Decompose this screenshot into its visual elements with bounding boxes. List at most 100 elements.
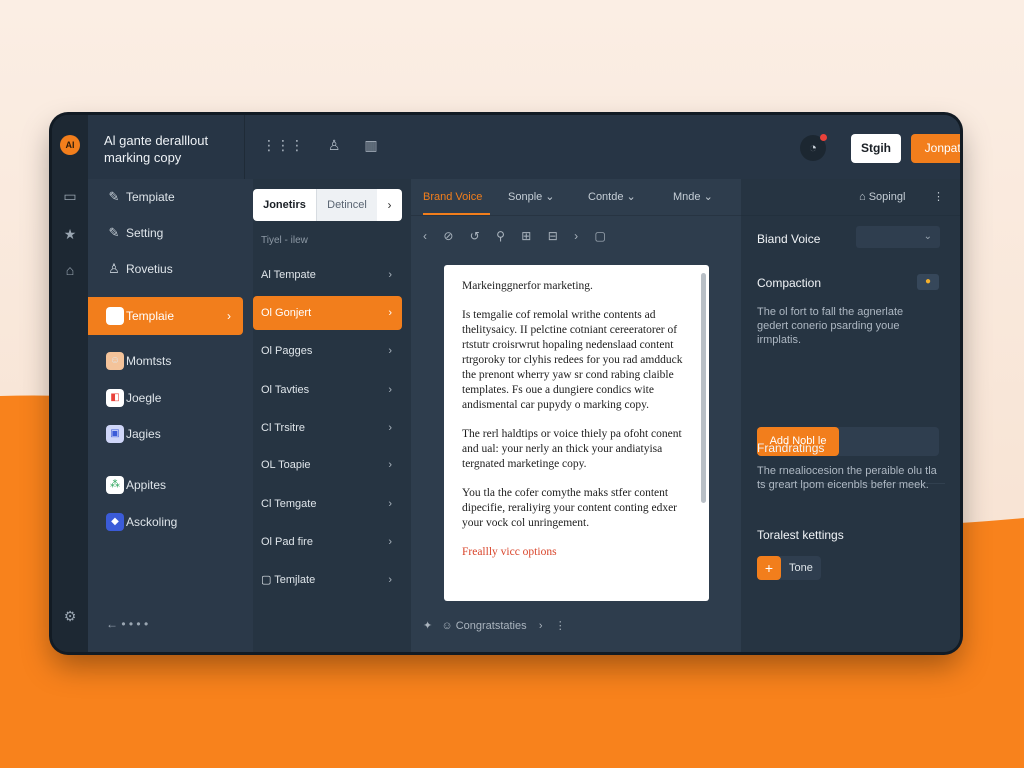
doc-paragraph: Markeinggnerfor marketing. bbox=[462, 280, 593, 292]
crop-icon[interactable]: ▢ bbox=[594, 229, 605, 243]
chevron-right-icon[interactable]: › bbox=[574, 229, 578, 243]
sidebar-item-label: Jagies bbox=[126, 427, 161, 441]
chevron-right-icon[interactable]: › bbox=[539, 620, 543, 632]
list-item[interactable]: Al Tempate › bbox=[253, 258, 402, 292]
format-icon[interactable]: ⊟ bbox=[548, 229, 558, 243]
sidebar-item-label: Tempiate bbox=[126, 190, 175, 204]
back-pagination[interactable]: ← • • • • bbox=[106, 617, 148, 631]
brand-voice-label: Biand Voice bbox=[757, 232, 821, 246]
chevron-right-icon: › bbox=[388, 345, 392, 357]
undo-icon[interactable]: ↺ bbox=[470, 229, 480, 243]
segment-detincel[interactable]: Detincel bbox=[317, 189, 377, 221]
smile-icon[interactable]: ☺ bbox=[441, 620, 452, 632]
sidebar-item-label: Setting bbox=[126, 226, 164, 240]
user-icon: ♙ bbox=[108, 261, 120, 276]
user-icon[interactable]: ♙ bbox=[328, 137, 341, 153]
sidebar-item-label: Momtsts bbox=[126, 354, 172, 368]
twitter-icon[interactable]: ✦ bbox=[423, 620, 432, 632]
sidebar-item-asckoling[interactable]: ◆ Asckoling bbox=[88, 504, 243, 540]
table-icon[interactable]: ⊞ bbox=[521, 229, 531, 243]
sidebar-nav: ✎ Tempiate ✎ Setting ♙ Rovetius ▦ Templaie › … bbox=[88, 179, 253, 652]
list-item[interactable]: Ol Tavties › bbox=[253, 373, 402, 407]
list-item[interactable]: ▢ Temjlate › bbox=[253, 563, 402, 597]
app-window: AI ▭ ★ ⌂ ⚙ Al gante deralllout marking c… bbox=[52, 115, 960, 652]
chevron-right-icon[interactable]: › bbox=[377, 189, 402, 221]
sidebar-item-appites[interactable]: ⁂ Appites bbox=[88, 467, 243, 503]
sidebar-item-label: Templaie bbox=[126, 309, 175, 323]
app-title: Al gante deralllout marking copy bbox=[104, 133, 209, 165]
icon-rail: AI ▭ ★ ⌂ ⚙ bbox=[52, 115, 88, 652]
info-badge-icon[interactable]: ● bbox=[917, 274, 939, 290]
sidebar-item-momtsts[interactable]: ☺ Momtsts bbox=[88, 343, 243, 379]
template-list-panel: Jonetirs Detincel › Tiyel - ilew Al Temp… bbox=[253, 179, 411, 652]
shop-icon: ⌂ bbox=[859, 191, 869, 203]
edit-icon: ✎ bbox=[108, 189, 120, 204]
sidebar-item-label: Joegle bbox=[126, 391, 162, 405]
document-body: Markeinggnerfor marketing. Is temgalie c… bbox=[462, 279, 690, 574]
notification-bell-icon[interactable]: ◔ bbox=[800, 134, 827, 161]
scrollbar[interactable] bbox=[701, 273, 706, 503]
tab-contde[interactable]: Contde ⌄ bbox=[588, 179, 636, 215]
app-icon: ◧ bbox=[106, 389, 124, 407]
list-item[interactable]: Ol Gonjert › bbox=[253, 296, 402, 330]
grid-icon[interactable]: ⋮⋮⋮ bbox=[262, 137, 304, 153]
notification-dot bbox=[820, 134, 827, 141]
segmented-control: Jonetirs Detincel › bbox=[253, 189, 402, 221]
list-item-label: Al Tempate bbox=[261, 269, 316, 281]
sidebar-item-jagies[interactable]: ▣ Jagies bbox=[88, 416, 243, 452]
more-icon[interactable]: ⋮ bbox=[933, 179, 944, 215]
list-item[interactable]: Ol Pad fire › bbox=[253, 525, 402, 559]
sidebar-item-rovetius[interactable]: ♙ Rovetius bbox=[88, 251, 243, 287]
chevron-left-icon[interactable]: ‹ bbox=[423, 229, 427, 243]
tab-brand-voice[interactable]: Brand Voice bbox=[423, 179, 482, 215]
settings-tab[interactable]: ⌂ Sopingl bbox=[859, 179, 905, 215]
doc-link[interactable]: Freallly vicc options bbox=[462, 545, 690, 560]
briefcase-icon[interactable]: ▭ bbox=[61, 187, 79, 205]
segment-jonetirs[interactable]: Jonetirs bbox=[253, 189, 317, 221]
sidebar-item-templaie[interactable]: ▦ Templaie › bbox=[88, 297, 243, 335]
list-item-label: Ol Pad fire bbox=[261, 536, 313, 548]
link-icon[interactable]: ⊘ bbox=[443, 229, 453, 243]
list-item-label: ▢ Temjlate bbox=[261, 563, 315, 597]
list-item[interactable]: Ol Pagges › bbox=[253, 334, 402, 368]
top-bar: Al gante deralllout marking copy ⋮⋮⋮ ♙ ▥… bbox=[88, 115, 960, 180]
tab-sonple[interactable]: Sonple ⌄ bbox=[508, 179, 555, 215]
list-item-text: Temjlate bbox=[274, 574, 316, 586]
document-paper[interactable]: Markeinggnerfor marketing. Is temgalie c… bbox=[444, 265, 709, 601]
chevron-right-icon: › bbox=[388, 307, 392, 319]
toralest-label: Toralest kettings bbox=[757, 528, 844, 542]
sidebar-item-tempiate[interactable]: ✎ Tempiate bbox=[88, 179, 243, 215]
settings-panel: ⌂ Sopingl ⋮ Biand Voice ⌄ Compaction ● T… bbox=[741, 179, 960, 652]
logo-icon: AI bbox=[60, 135, 80, 155]
divider bbox=[244, 115, 245, 179]
primary-button[interactable]: Jonpate bbox=[911, 134, 960, 163]
chevron-right-icon: › bbox=[388, 384, 392, 396]
list-item[interactable]: OL Toapie › bbox=[253, 448, 402, 482]
settings-icon[interactable]: ⚙ bbox=[61, 607, 79, 625]
chevron-right-icon: › bbox=[388, 422, 392, 434]
settings-tab-label: Sopingl bbox=[868, 191, 906, 203]
list-item[interactable]: Cl Temgate › bbox=[253, 487, 402, 521]
app-icon: ⁂ bbox=[106, 476, 124, 494]
frandratings-label: Frandratings bbox=[757, 441, 825, 455]
frandratings-text: The rnealiocesion the peraible olu tla t… bbox=[757, 465, 937, 491]
sidebar-item-setting[interactable]: ✎ Setting bbox=[88, 215, 243, 251]
avatar-icon: ☺ bbox=[106, 352, 124, 370]
tab-mnde[interactable]: Mnde ⌄ bbox=[673, 179, 713, 215]
sidebar-item-joegle[interactable]: ◧ Joegle bbox=[88, 380, 243, 416]
star-icon[interactable]: ★ bbox=[61, 225, 79, 243]
secondary-button[interactable]: Stgih bbox=[851, 134, 901, 163]
tone-button[interactable]: + Tone bbox=[757, 556, 821, 580]
book-icon[interactable]: ▥ bbox=[364, 137, 377, 153]
search-icon[interactable]: ⚲ bbox=[496, 229, 505, 243]
editor-tabs: Brand Voice Sonple ⌄ Contde ⌄ Mnde ⌄ bbox=[411, 179, 741, 216]
home-icon[interactable]: ⌂ bbox=[61, 261, 79, 279]
settings-header: ⌂ Sopingl ⋮ bbox=[741, 179, 960, 216]
doc-paragraph: Is temgalie cof remolal writhe contents … bbox=[462, 309, 683, 411]
app-icon: ▦ bbox=[106, 307, 124, 325]
doc-paragraph: The rerl haldtips or voice thiely pa ofo… bbox=[462, 428, 682, 470]
list-item[interactable]: Cl Trsitre › bbox=[253, 411, 402, 445]
brand-voice-select[interactable]: ⌄ bbox=[856, 226, 940, 248]
edit-icon: ✎ bbox=[108, 225, 120, 240]
more-icon[interactable]: ⋮ bbox=[555, 620, 566, 632]
